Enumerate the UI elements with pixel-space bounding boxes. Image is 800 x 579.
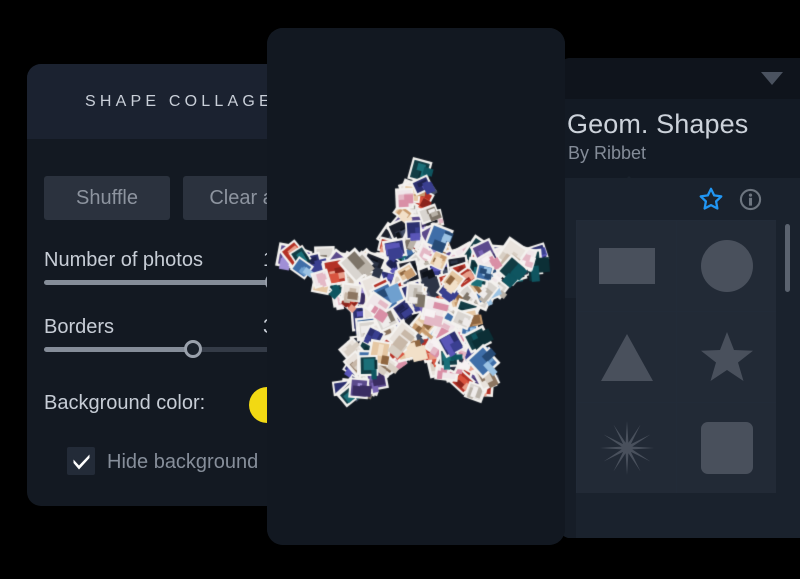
- shapes-library-panel: Geom. Shapes By Ribbet: [560, 58, 800, 538]
- background-color-label: Background color:: [44, 392, 206, 414]
- shape-cell-starburst[interactable]: [576, 402, 676, 493]
- hide-background-checkbox[interactable]: [67, 447, 95, 475]
- star-photo-collage-canvas[interactable]: [267, 28, 565, 545]
- page-title: SHAPE COLLAGE: [85, 93, 274, 110]
- shuffle-button[interactable]: Shuffle: [44, 176, 170, 220]
- library-title: Geom. Shapes: [567, 109, 749, 139]
- star-outline-icon[interactable]: [698, 186, 724, 212]
- library-body: [560, 178, 800, 538]
- library-subtitle: By Ribbet: [568, 143, 647, 163]
- library-topbar: [560, 58, 800, 100]
- shape-cell-circle[interactable]: [676, 220, 776, 311]
- library-scrollbar[interactable]: [785, 224, 790, 292]
- starburst-glyph: [599, 421, 654, 475]
- app-stage: Geom. Shapes By Ribbet SHAPE COLLAGE Shu…: [0, 0, 800, 579]
- chevron-down-icon[interactable]: [761, 72, 783, 85]
- collage-preview-panel: [267, 28, 565, 545]
- library-action-row: [560, 178, 800, 220]
- library-title-block: Geom. Shapes By Ribbet: [560, 99, 800, 178]
- shape-cell-rounded-square[interactable]: [676, 402, 776, 493]
- slider-knob[interactable]: [184, 340, 203, 358]
- selection-notch: [617, 176, 641, 188]
- shape-cell-triangle[interactable]: [576, 311, 676, 402]
- shape-cell-star[interactable]: [676, 311, 776, 402]
- info-circle-icon[interactable]: [739, 188, 762, 211]
- check-icon: [73, 454, 90, 470]
- borders-label: Borders: [44, 316, 115, 338]
- shape-cell-rectangle[interactable]: [576, 220, 676, 311]
- shape-grid: [576, 220, 776, 538]
- hide-background-label: Hide background: [107, 451, 259, 473]
- number-of-photos-label: Number of photos: [44, 249, 203, 271]
